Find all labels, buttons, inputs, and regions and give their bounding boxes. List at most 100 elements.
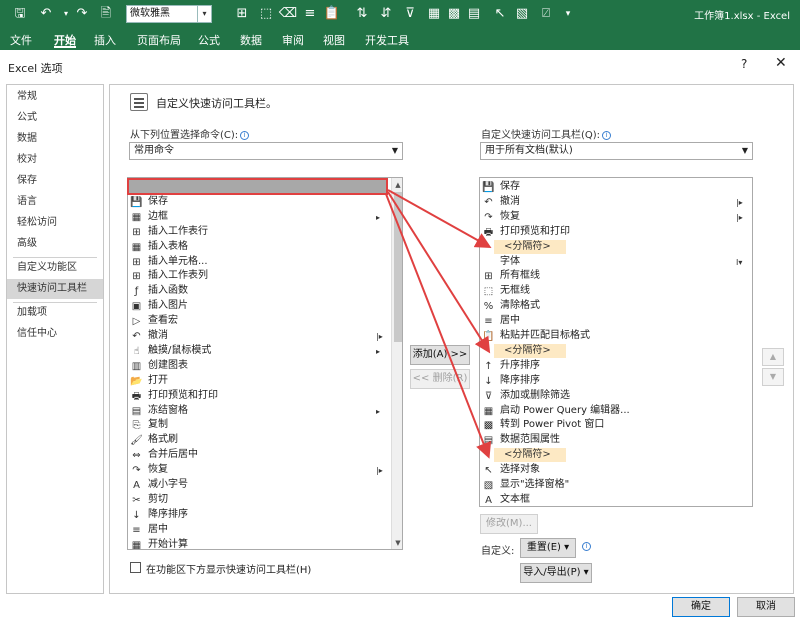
tab-page-layout[interactable]: 页面布局 [137,32,181,48]
tab-review[interactable]: 审阅 [282,32,304,48]
left-list-item[interactable]: ▣ 插入图片 [128,299,402,314]
font-name-box[interactable]: 微软雅黑 [126,5,198,23]
selection-pane-icon[interactable]: ▧ [512,4,532,24]
left-list-item[interactable]: ▷ 查看宏 [128,314,402,329]
left-list-item[interactable]: A 减小字号 [128,478,402,493]
nav-trust-center[interactable]: 信任中心 [7,324,103,344]
nav-save[interactable]: 保存 [7,171,103,191]
right-list-item[interactable]: <分隔符> [480,240,752,255]
left-list-item[interactable]: ⇔ 合并后居中 [128,448,402,463]
nav-accessibility[interactable]: 轻松访问 [7,213,103,233]
left-list-item[interactable]: ▦ 插入表格 [128,240,402,255]
right-list-item[interactable]: 🖶 打印预览和打印 [480,225,752,240]
customize-qat-icon[interactable]: ▾ [558,4,578,24]
clear-format-icon[interactable]: ⌫ [278,4,298,24]
available-commands-list[interactable]: ▲ ▼ <分隔符>💾保存▦边框▸⊞插入工作表行▦插入表格⊞插入单元格...⊞插入… [127,177,403,550]
redo-icon[interactable]: ↷ [72,4,92,24]
right-list-item[interactable]: 字体 I▾ [480,255,752,270]
left-list-item[interactable]: ▦ 开始计算 [128,538,402,549]
right-list-item[interactable]: <分隔符> [480,344,752,359]
info-icon[interactable]: i [582,542,591,551]
left-list-item[interactable]: ⊞ 插入工作表行 [128,225,402,240]
tab-view[interactable]: 视图 [323,32,345,48]
sort-asc-icon[interactable]: ⇅ [352,4,372,24]
tab-developer[interactable]: 开发工具 [365,32,409,48]
move-down-button[interactable]: ▼ [762,368,784,386]
left-list-item[interactable]: ⊞ 插入单元格... [128,255,402,270]
left-list-item[interactable]: ▤ 冻结窗格 ▸ [128,404,402,419]
tab-file[interactable]: 文件 [10,32,32,48]
print-preview-icon[interactable]: 🖹 [96,4,116,24]
center-icon[interactable]: ≡ [300,4,320,24]
undo-icon[interactable]: ↶ [36,4,56,24]
nav-addins[interactable]: 加载项 [7,303,103,323]
right-list-item[interactable]: ▤ 数据范围属性 [480,433,752,448]
left-list-item[interactable]: ⊞ 插入工作表列 [128,269,402,284]
help-icon[interactable]: ? [741,57,747,71]
right-list-item[interactable]: % 清除格式 [480,299,752,314]
tab-formulas[interactable]: 公式 [198,32,220,48]
nav-quick-access-toolbar[interactable]: 快速访问工具栏 [7,279,103,299]
left-list-item[interactable]: 💾 保存 [128,195,402,210]
left-list-item[interactable]: ▥ 创建图表 [128,359,402,374]
left-list-item[interactable]: 🖌 格式刷 [128,433,402,448]
left-list-item[interactable]: ≡ 居中 [128,523,402,538]
power-pivot-icon[interactable]: ▩ [444,4,464,24]
left-list-item[interactable]: ▦ 边框 ▸ [128,210,402,225]
add-button[interactable]: 添加(A) >> [410,345,470,365]
right-list-item[interactable]: ↖ 选择对象 [480,463,752,478]
right-list-item[interactable]: ▧ 显示"选择窗格" [480,478,752,493]
right-list-item[interactable]: 💾 保存 [480,180,752,195]
right-list-item[interactable]: ↶ 撤消 |▸ [480,195,752,210]
tab-insert[interactable]: 插入 [94,32,116,48]
nav-advanced[interactable]: 高级 [7,234,103,254]
nav-data[interactable]: 数据 [7,129,103,149]
nav-customize-ribbon[interactable]: 自定义功能区 [7,258,103,278]
right-list-item[interactable]: ↓ 降序排序 [480,374,752,389]
right-list-item[interactable]: ⊞ 所有框线 [480,269,752,284]
power-query-icon[interactable]: ▦ [424,4,444,24]
sort-desc-icon[interactable]: ⇵ [376,4,396,24]
left-list-item[interactable]: 📂 打开 [128,374,402,389]
close-icon[interactable]: ✕ [775,55,787,71]
ok-button[interactable]: 确定 [672,597,730,617]
choose-commands-dropdown[interactable]: 常用命令 ▼ [129,142,403,160]
save-icon[interactable]: 🖫 [10,4,30,24]
filter-icon[interactable]: ⊽ [400,4,420,24]
import-export-button[interactable]: 导入/导出(P) ▾ [520,563,592,583]
right-list-item[interactable]: ▩ 转到 Power Pivot 窗口 [480,418,752,433]
qat-scope-dropdown[interactable]: 用于所有文档(默认) ▼ [480,142,753,160]
select-object-icon[interactable]: ↖ [490,4,510,24]
right-list-item[interactable]: 📋 粘贴并匹配目标格式 [480,329,752,344]
cancel-button[interactable]: 取消 [737,597,795,617]
textbox-icon[interactable]: ⍁ [536,4,556,24]
nav-proofing[interactable]: 校对 [7,150,103,170]
info-icon[interactable]: i [240,130,250,140]
right-list-item[interactable]: <分隔符> [480,448,752,463]
right-list-item[interactable]: ↑ 升序排序 [480,359,752,374]
left-list-item[interactable]: ƒ 插入函数 [128,284,402,299]
right-list-item[interactable]: ⊽ 添加或删除筛选 [480,389,752,404]
move-up-button[interactable]: ▲ [762,348,784,366]
data-range-icon[interactable]: ▤ [464,4,484,24]
nav-general[interactable]: 常规 [7,87,103,107]
right-list-item[interactable]: ↷ 恢复 |▸ [480,210,752,225]
right-list-item[interactable]: A 文本框 [480,493,752,506]
left-list-item[interactable]: ⎘ 复制 [128,418,402,433]
right-list-item[interactable]: ⬚ 无框线 [480,284,752,299]
left-list-item[interactable]: ↷ 恢复 |▸ [128,463,402,478]
no-border-icon[interactable]: ⬚ [256,4,276,24]
nav-formulas[interactable]: 公式 [7,108,103,128]
tab-data[interactable]: 数据 [240,32,262,48]
all-borders-icon[interactable]: ⊞ [232,4,252,24]
font-dropdown-icon[interactable]: ▾ [198,5,212,23]
reset-button[interactable]: 重置(E) ▾ [520,538,576,558]
show-below-ribbon-checkbox[interactable] [130,562,141,573]
right-list-item[interactable]: ≡ 居中 [480,314,752,329]
info-icon[interactable]: i [602,130,612,140]
remove-button[interactable]: << 删除(R) [410,369,470,389]
left-list-item[interactable]: ✂ 剪切 [128,493,402,508]
left-list-item[interactable]: ↓ 降序排序 [128,508,402,523]
right-list-item[interactable]: ▦ 启动 Power Query 编辑器... [480,404,752,419]
modify-button[interactable]: 修改(M)... [480,514,538,534]
